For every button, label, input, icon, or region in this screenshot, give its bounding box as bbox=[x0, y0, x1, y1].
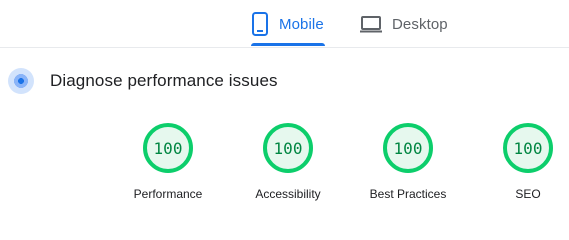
score-value: 100 bbox=[153, 138, 183, 158]
gauge-label: Performance bbox=[133, 187, 203, 201]
gauge-accessibility[interactable]: 100 Accessibility bbox=[233, 123, 343, 201]
score-value: 100 bbox=[273, 138, 303, 158]
tab-desktop[interactable]: Desktop bbox=[360, 0, 450, 48]
diagnose-title: Diagnose performance issues bbox=[50, 71, 278, 90]
gauge-label: SEO bbox=[515, 187, 541, 201]
tab-desktop-label: Desktop bbox=[392, 15, 448, 33]
performance-diagnose-icon bbox=[8, 68, 34, 94]
device-tabs: Mobile Desktop bbox=[0, 0, 569, 48]
tab-mobile[interactable]: Mobile bbox=[251, 0, 325, 48]
score-value: 100 bbox=[393, 138, 423, 158]
gauge-seo[interactable]: 100 SEO bbox=[473, 123, 569, 201]
psi-results-panel: Mobile Desktop Diagnose performance issu… bbox=[0, 0, 569, 211]
gauge-label: Best Practices bbox=[369, 187, 447, 201]
score-ring: 100 bbox=[263, 123, 313, 173]
gauge-performance[interactable]: 100 Performance bbox=[113, 123, 223, 201]
diagnose-header: Diagnose performance issues bbox=[8, 66, 278, 96]
tab-mobile-label: Mobile bbox=[279, 15, 324, 33]
smartphone-icon bbox=[251, 12, 269, 36]
gauge-best-practices[interactable]: 100 Best Practices bbox=[353, 123, 463, 201]
score-ring: 100 bbox=[503, 123, 553, 173]
desktop-icon bbox=[360, 15, 382, 33]
gauge-label: Accessibility bbox=[255, 187, 321, 201]
score-ring: 100 bbox=[143, 123, 193, 173]
tabs-divider bbox=[0, 47, 569, 48]
score-value: 100 bbox=[513, 138, 543, 158]
active-tab-indicator bbox=[251, 43, 325, 46]
score-ring: 100 bbox=[383, 123, 433, 173]
